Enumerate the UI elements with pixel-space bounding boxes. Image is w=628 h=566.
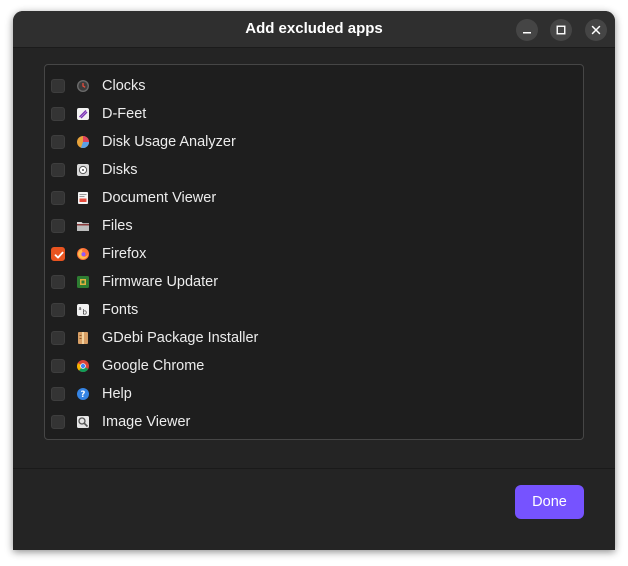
app-label: Help	[102, 386, 132, 402]
document-icon	[76, 191, 90, 205]
close-icon	[591, 25, 601, 35]
minimize-icon	[523, 32, 531, 34]
app-label: Disk Usage Analyzer	[102, 134, 236, 150]
svg-text:?: ?	[81, 390, 86, 400]
list-item[interactable]: a b Fonts	[45, 296, 583, 324]
app-label: Image Viewer	[102, 414, 191, 430]
app-checkbox[interactable]	[51, 64, 65, 65]
list-item[interactable]: Document Viewer	[45, 184, 583, 212]
list-item[interactable]: ? Help	[45, 380, 583, 408]
close-button[interactable]	[585, 19, 607, 41]
app-label: Document Viewer	[102, 190, 217, 206]
image-viewer-icon	[76, 415, 90, 429]
app-checkbox[interactable]	[51, 359, 65, 373]
app-label: GDebi Package Installer	[102, 330, 259, 346]
list-item[interactable]: Disks	[45, 156, 583, 184]
list-item[interactable]: Disk Usage Analyzer	[45, 128, 583, 156]
app-checkbox[interactable]	[51, 247, 65, 261]
list-item[interactable]	[45, 64, 583, 72]
app-checkbox[interactable]	[51, 275, 65, 289]
list-item[interactable]: D-Feet	[45, 100, 583, 128]
app-checkbox[interactable]	[51, 79, 65, 93]
app-icon	[76, 64, 90, 65]
help-icon: ?	[76, 387, 90, 401]
firefox-icon	[76, 247, 90, 261]
app-checkbox[interactable]	[51, 191, 65, 205]
app-checkbox[interactable]	[51, 107, 65, 121]
list-item[interactable]: Clocks	[45, 72, 583, 100]
app-label: Google Chrome	[102, 358, 205, 374]
done-button[interactable]: Done	[515, 485, 584, 519]
app-checkbox[interactable]	[51, 163, 65, 177]
d-feet-icon	[76, 107, 90, 121]
app-checkbox[interactable]	[51, 331, 65, 345]
maximize-icon	[556, 25, 566, 35]
chrome-icon	[76, 359, 90, 373]
svg-text:b: b	[83, 309, 88, 317]
app-label: Clocks	[102, 78, 146, 94]
dialog-window: Add excluded apps Clocks D-Feet Disk Usage…	[13, 11, 615, 550]
folder-icon	[76, 219, 90, 233]
app-label: D-Feet	[102, 106, 147, 122]
app-label: Fonts	[102, 302, 139, 318]
pie-chart-icon	[76, 135, 90, 149]
app-label: Files	[102, 218, 133, 234]
disk-icon	[76, 163, 90, 177]
maximize-button[interactable]	[550, 19, 572, 41]
fonts-icon: ab	[76, 303, 90, 317]
clock-icon	[76, 79, 90, 93]
app-checkbox[interactable]	[51, 387, 65, 401]
checkmark-icon	[54, 251, 64, 259]
list-item[interactable]: Image Viewer	[45, 408, 583, 436]
list-item[interactable]: GDebi Package Installer	[45, 324, 583, 352]
app-list[interactable]: Clocks D-Feet Disk Usage Analyzer Disks Docu…	[44, 64, 584, 440]
headerbar: Add excluded apps	[13, 11, 615, 48]
app-checkbox[interactable]	[51, 219, 65, 233]
package-icon	[76, 331, 90, 345]
minimize-button[interactable]	[516, 19, 538, 41]
app-checkbox[interactable]	[51, 303, 65, 317]
list-item[interactable]: Firmware Updater	[45, 268, 583, 296]
list-item[interactable]: Firefox	[45, 240, 583, 268]
app-checkbox[interactable]	[51, 135, 65, 149]
list-item[interactable]: Files	[45, 212, 583, 240]
app-label: Disks	[102, 162, 138, 178]
footer-separator	[13, 468, 615, 469]
chip-icon	[76, 275, 90, 289]
svg-text:a: a	[79, 306, 82, 312]
list-item[interactable]: Google Chrome	[45, 352, 583, 380]
app-checkbox[interactable]	[51, 415, 65, 429]
app-label: Firefox	[102, 246, 147, 262]
app-label: Firmware Updater	[102, 274, 219, 290]
